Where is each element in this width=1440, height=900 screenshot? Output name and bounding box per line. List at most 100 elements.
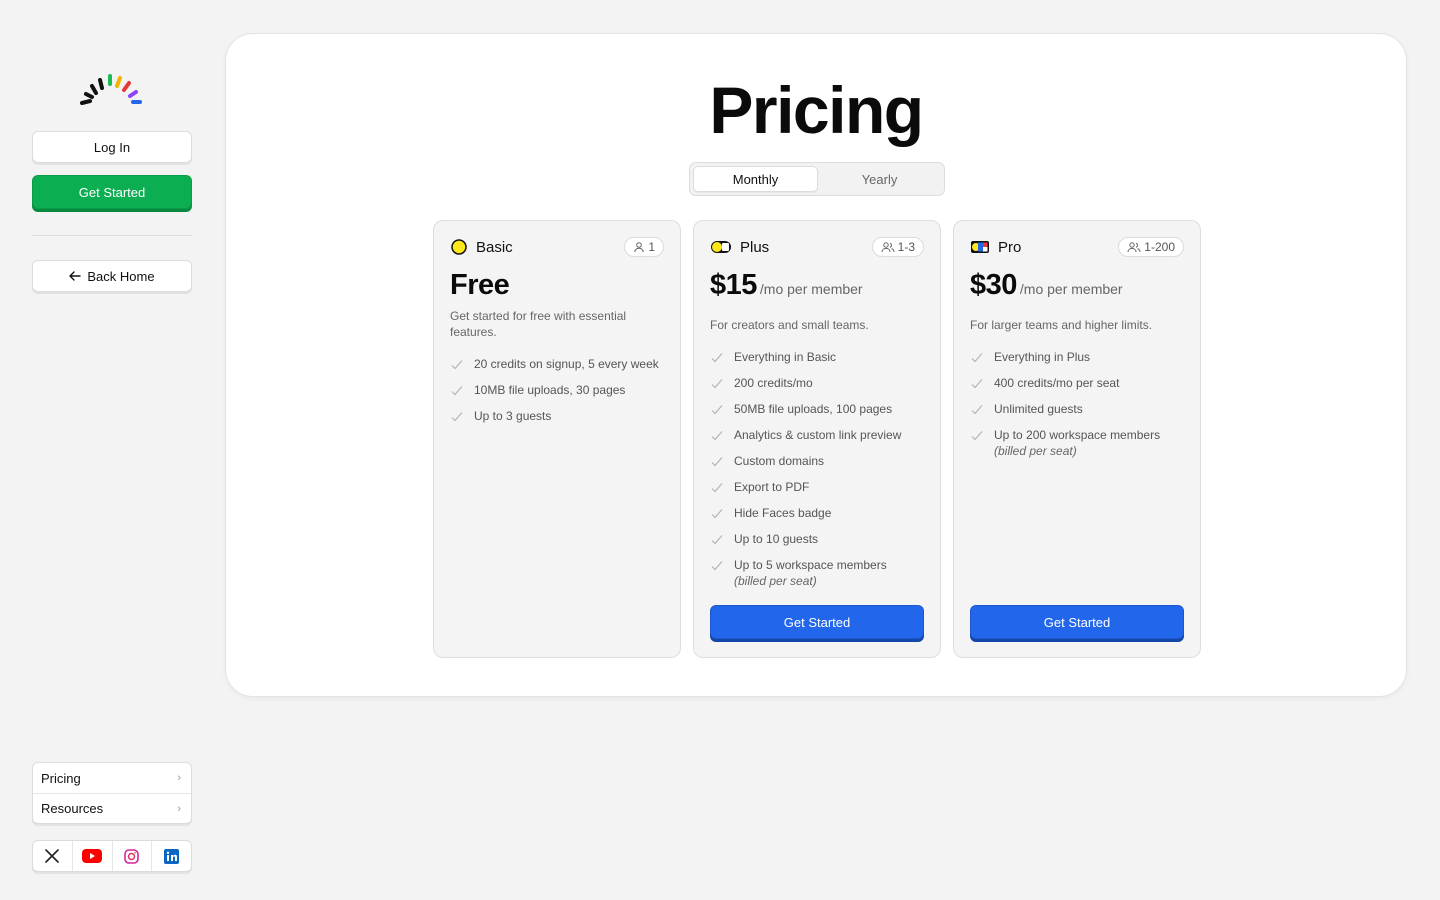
instagram-link[interactable] xyxy=(111,841,152,871)
youtube-icon xyxy=(82,849,103,863)
chevron-right-icon: › xyxy=(177,802,181,815)
seat-count: 1-3 xyxy=(897,240,915,254)
plan-name: Pro xyxy=(998,238,1022,256)
check-icon xyxy=(711,535,723,545)
check-icon xyxy=(711,405,723,415)
plan-description: For larger teams and higher limits. xyxy=(970,318,1153,332)
page-title: Pricing xyxy=(709,73,924,147)
users-icon xyxy=(881,242,895,253)
feature-item: Export to PDF xyxy=(710,479,928,495)
plan-card-basic: Basic 1 Free Get started for free with e… xyxy=(433,220,681,658)
x-icon xyxy=(45,849,60,863)
pro-get-started-button[interactable]: Get Started xyxy=(970,605,1184,639)
linkedin-icon xyxy=(164,848,180,864)
get-started-button-label: Get Started xyxy=(78,184,146,200)
toggle-monthly[interactable]: Monthly xyxy=(693,166,818,192)
back-home-button[interactable]: Back Home xyxy=(32,260,192,292)
feature-item: Up to 5 workspace members (billed per se… xyxy=(710,557,928,589)
billing-toggle: Monthly Yearly xyxy=(689,162,945,196)
feature-item: 200 credits/mo xyxy=(710,375,928,391)
check-icon xyxy=(971,431,983,441)
seat-badge: 1-3 xyxy=(871,237,924,257)
check-icon xyxy=(711,509,723,519)
check-icon xyxy=(711,379,723,389)
brand-logo-icon[interactable] xyxy=(78,70,146,110)
plan-description: For creators and small teams. xyxy=(710,318,869,332)
nav-item-label: Pricing xyxy=(41,770,81,786)
seat-badge: 1-200 xyxy=(1118,237,1184,257)
check-icon xyxy=(711,561,723,571)
plan-price: Free xyxy=(450,269,510,301)
feature-text: Up to 10 guests xyxy=(734,532,819,546)
feature-item: Unlimited guests xyxy=(970,401,1188,417)
plan-name: Basic xyxy=(476,238,513,256)
plan-description: Get started for free with essential feat… xyxy=(450,309,627,339)
price-unit: /mo per member xyxy=(1019,281,1123,297)
arrow-left-icon xyxy=(69,271,82,281)
feature-item: Up to 10 guests xyxy=(710,531,928,547)
seat-badge: 1 xyxy=(624,237,664,257)
feature-text: 20 credits on signup, 5 every week xyxy=(474,357,659,371)
feature-item: Up to 200 workspace members (billed per … xyxy=(970,427,1188,459)
feature-item: Custom domains xyxy=(710,453,928,469)
yellow-black-pill-icon xyxy=(711,241,731,253)
feature-text: Everything in Plus xyxy=(994,350,1091,364)
back-home-label: Back Home xyxy=(87,268,155,284)
feature-text: Hide Faces badge xyxy=(734,506,832,520)
check-icon xyxy=(451,360,463,370)
nav-item-resources[interactable]: Resources › xyxy=(33,793,191,823)
toggle-yearly[interactable]: Yearly xyxy=(818,166,941,192)
footer-nav: Pricing › Resources › xyxy=(32,762,192,824)
feature-list: 20 credits on signup, 5 every week 10MB … xyxy=(450,356,668,434)
feature-item: 50MB file uploads, 100 pages xyxy=(710,401,928,417)
feature-text: Up to 3 guests xyxy=(474,409,552,423)
seat-count: 1-200 xyxy=(1144,240,1175,254)
plan-name: Plus xyxy=(740,238,770,256)
plan-card-pro: Pro 1-200 $30 /mo per member For larger … xyxy=(953,220,1201,658)
feature-item: Everything in Plus xyxy=(970,349,1188,365)
feature-note: (billed per seat) xyxy=(734,574,817,588)
user-icon xyxy=(634,242,645,253)
pricing-card: Pricing Monthly Yearly Basic 1 Free Get … xyxy=(225,33,1407,697)
feature-text: Custom domains xyxy=(734,454,825,468)
feature-item: Up to 3 guests xyxy=(450,408,668,424)
check-icon xyxy=(451,386,463,396)
feature-item: Analytics & custom link preview xyxy=(710,427,928,443)
feature-list: Everything in Plus 400 credits/mo per se… xyxy=(970,349,1188,469)
multicolor-block-icon xyxy=(971,241,989,253)
sidebar: Log In Get Started Back Home Pricing › R… xyxy=(32,0,192,900)
plus-get-started-button[interactable]: Get Started xyxy=(710,605,924,639)
login-button[interactable]: Log In xyxy=(32,131,192,163)
feature-item: 10MB file uploads, 30 pages xyxy=(450,382,668,398)
feature-text: Export to PDF xyxy=(734,480,810,494)
linkedin-link[interactable] xyxy=(151,841,191,871)
sidebar-divider xyxy=(32,235,192,236)
plan-card-plus: Plus 1-3 $15 /mo per member For creators… xyxy=(693,220,941,658)
feature-list: Everything in Basic 200 credits/mo 50MB … xyxy=(710,349,928,599)
feature-text: 200 credits/mo xyxy=(734,376,813,390)
feature-text: Up to 200 workspace members xyxy=(994,428,1161,442)
feature-text: Up to 5 workspace members xyxy=(734,558,887,572)
login-button-label: Log In xyxy=(93,139,131,155)
yellow-circle-icon xyxy=(451,239,467,255)
feature-text: Unlimited guests xyxy=(994,402,1083,416)
get-started-button[interactable]: Get Started xyxy=(32,175,192,209)
chevron-right-icon: › xyxy=(177,772,181,784)
feature-text: 50MB file uploads, 100 pages xyxy=(734,402,893,416)
check-icon xyxy=(451,412,463,422)
check-icon xyxy=(971,405,983,415)
nav-item-pricing[interactable]: Pricing › xyxy=(33,763,191,793)
feature-item: 400 credits/mo per seat xyxy=(970,375,1188,391)
plan-price: $30 xyxy=(970,269,1017,301)
feature-text-wrap: Up to 5 workspace members (billed per se… xyxy=(734,557,887,589)
check-icon xyxy=(711,457,723,467)
feature-text: 10MB file uploads, 30 pages xyxy=(474,383,626,397)
cta-label: Get Started xyxy=(1043,614,1111,630)
instagram-icon xyxy=(124,848,140,864)
x-link[interactable] xyxy=(33,841,72,871)
nav-item-label: Resources xyxy=(41,801,104,816)
feature-text: 400 credits/mo per seat xyxy=(994,376,1120,390)
youtube-link[interactable] xyxy=(71,841,112,871)
users-icon xyxy=(1127,242,1141,253)
check-icon xyxy=(971,353,983,363)
